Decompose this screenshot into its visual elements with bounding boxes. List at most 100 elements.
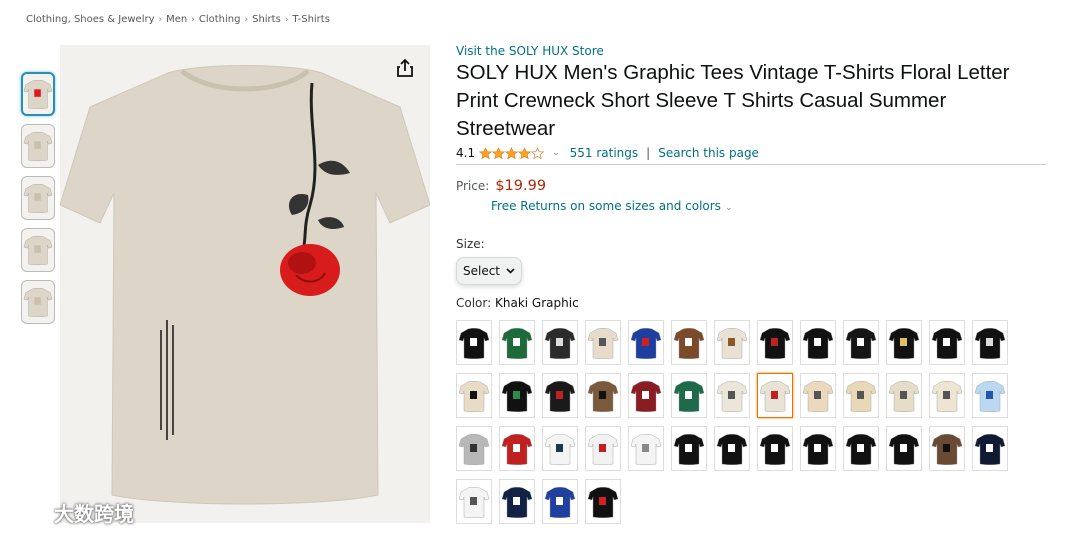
shirt-print (900, 390, 907, 399)
ratings-count-link[interactable]: 551 ratings (570, 146, 639, 160)
color-swatch[interactable] (671, 320, 707, 365)
color-swatch[interactable] (499, 426, 535, 471)
color-swatch[interactable] (886, 373, 922, 418)
color-swatch[interactable] (800, 320, 836, 365)
color-swatch[interactable] (499, 479, 535, 524)
color-swatch[interactable] (628, 426, 664, 471)
thumbnail-1[interactable] (21, 72, 55, 116)
tshirt-icon (931, 327, 963, 359)
tshirt-icon (974, 380, 1006, 412)
shirt-print (943, 390, 950, 399)
color-swatch[interactable] (843, 373, 879, 418)
color-swatch[interactable] (714, 320, 750, 365)
tshirt-front-icon (23, 79, 53, 109)
tshirt-icon (458, 380, 490, 412)
breadcrumb-link[interactable]: Men (166, 14, 187, 25)
color-swatch[interactable] (542, 373, 578, 418)
color-swatch[interactable] (886, 320, 922, 365)
tshirt-icon (587, 380, 619, 412)
color-swatch[interactable] (843, 320, 879, 365)
tshirt-icon (845, 327, 877, 359)
shirt-print (34, 141, 41, 149)
breadcrumb-link[interactable]: T-Shirts (292, 14, 330, 25)
star-full-icon (505, 146, 519, 159)
shirt-print (771, 390, 778, 399)
shirt-print (470, 390, 477, 399)
color-swatch[interactable] (757, 373, 793, 418)
store-link[interactable]: Visit the SOLY HUX Store (456, 44, 1046, 58)
color-swatch[interactable] (585, 373, 621, 418)
price-value: $19.99 (495, 178, 547, 194)
color-swatch[interactable] (499, 373, 535, 418)
breadcrumb-separator: › (158, 15, 163, 25)
breadcrumb-separator: › (191, 15, 195, 25)
price-label: Price: (456, 179, 490, 193)
color-swatch[interactable] (929, 373, 965, 418)
thumbnail-5[interactable] (21, 280, 55, 324)
shirt-print (685, 390, 692, 399)
tshirt-icon (845, 380, 877, 412)
size-dropdown[interactable]: Select (456, 257, 522, 285)
main-product-image[interactable] (60, 45, 430, 523)
color-swatch[interactable] (800, 373, 836, 418)
search-page-link[interactable]: Search this page (658, 146, 759, 160)
color-swatch[interactable] (585, 426, 621, 471)
shirt-print (513, 496, 520, 505)
color-swatch[interactable] (585, 320, 621, 365)
tshirt-icon (845, 433, 877, 465)
color-swatch[interactable] (886, 426, 922, 471)
shirt-print (814, 443, 821, 452)
color-swatch[interactable] (972, 320, 1008, 365)
tshirt-icon (759, 380, 791, 412)
thumbnail-3[interactable] (21, 176, 55, 220)
share-icon[interactable] (394, 57, 416, 79)
color-swatch[interactable] (843, 426, 879, 471)
color-swatch[interactable] (628, 373, 664, 418)
tshirt-icon (673, 327, 705, 359)
breadcrumb-link[interactable]: Clothing (199, 14, 241, 25)
star-full-icon (479, 146, 493, 159)
tshirt-icon (931, 380, 963, 412)
color-swatch[interactable] (757, 320, 793, 365)
color-swatch[interactable] (972, 426, 1008, 471)
color-swatch[interactable] (714, 373, 750, 418)
tshirt-back-icon (23, 131, 53, 161)
color-swatch[interactable] (456, 426, 492, 471)
color-swatch[interactable] (714, 426, 750, 471)
color-swatch[interactable] (671, 373, 707, 418)
color-swatch[interactable] (628, 320, 664, 365)
color-swatch[interactable] (972, 373, 1008, 418)
shirt-print (771, 443, 778, 452)
star-rating[interactable] (479, 146, 545, 160)
shirt-print (513, 443, 520, 452)
free-returns-link[interactable]: Free Returns on some sizes and colors ⌄ (491, 199, 1046, 213)
color-swatch[interactable] (456, 479, 492, 524)
color-swatch[interactable] (929, 426, 965, 471)
color-swatch[interactable] (757, 426, 793, 471)
color-swatch[interactable] (542, 426, 578, 471)
breadcrumb-link[interactable]: Shirts (252, 14, 281, 25)
shirt-print (34, 297, 41, 305)
shirt-print (513, 390, 520, 399)
tshirt-icon (759, 433, 791, 465)
color-swatch[interactable] (585, 479, 621, 524)
color-swatch[interactable] (800, 426, 836, 471)
tshirt-icon (501, 433, 533, 465)
thumbnail-4[interactable] (21, 228, 55, 272)
shirt-print (986, 443, 993, 452)
tshirt-icon (802, 380, 834, 412)
product-title: SOLY HUX Men's Graphic Tees Vintage T-Sh… (456, 61, 1010, 140)
breadcrumb-link[interactable]: Clothing, Shoes & Jewelry (26, 14, 155, 25)
chevron-down-icon[interactable]: ⌄ (552, 148, 560, 158)
shirt-print (556, 337, 563, 346)
color-swatch[interactable] (542, 320, 578, 365)
thumbnail-2[interactable] (21, 124, 55, 168)
shirt-print (642, 443, 649, 452)
color-swatch[interactable] (456, 320, 492, 365)
size-label: Size: (456, 237, 485, 251)
color-swatch[interactable] (671, 426, 707, 471)
color-swatch[interactable] (456, 373, 492, 418)
color-swatch[interactable] (542, 479, 578, 524)
color-swatch[interactable] (499, 320, 535, 365)
color-swatch[interactable] (929, 320, 965, 365)
